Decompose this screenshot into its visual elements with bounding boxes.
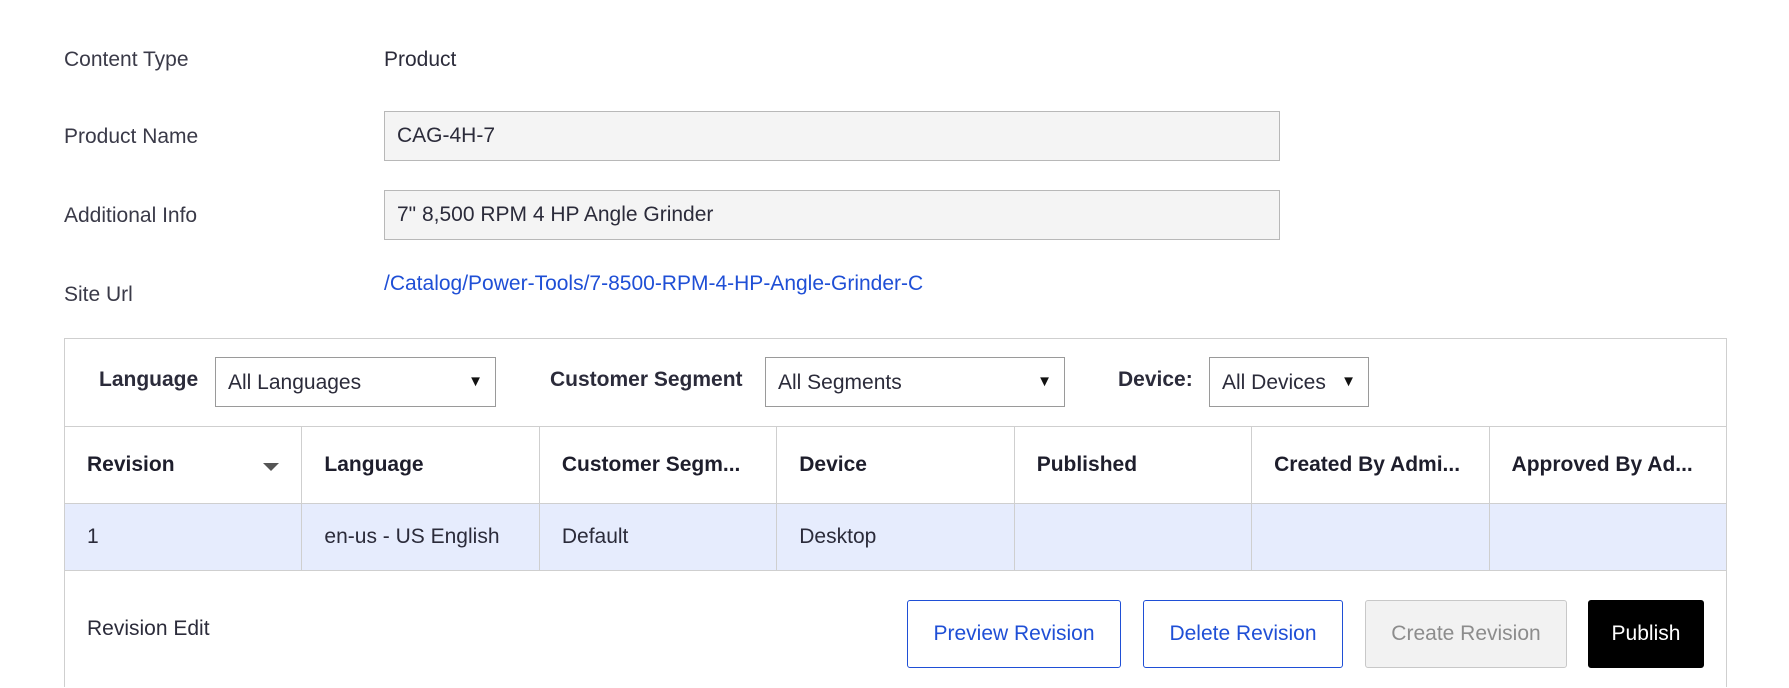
- column-header-published[interactable]: Published: [1013, 426, 1253, 504]
- column-header-revision[interactable]: Revision: [63, 426, 303, 504]
- column-header-label: Revision: [87, 453, 175, 476]
- revision-edit-title: Revision Edit: [87, 617, 210, 640]
- preview-revision-button[interactable]: Preview Revision: [907, 600, 1121, 668]
- column-header-language[interactable]: Language: [301, 426, 540, 504]
- table-header-row: Revision Language Customer Segm... Devic…: [63, 426, 1728, 504]
- language-select-value: All Languages: [228, 371, 362, 394]
- language-filter-label: Language: [99, 368, 199, 391]
- site-url-link[interactable]: /Catalog/Power-Tools/7-8500-RPM-4-HP-Ang…: [384, 272, 923, 295]
- site-url-label: Site Url: [64, 283, 133, 306]
- table-row[interactable]: 1 en-us - US English Default Desktop: [63, 503, 1728, 571]
- segment-select[interactable]: All Segments ▼: [765, 357, 1065, 407]
- cell-published: [1013, 503, 1253, 571]
- content-type-value: Product: [384, 48, 457, 71]
- language-select[interactable]: All Languages ▼: [215, 357, 496, 407]
- delete-revision-button[interactable]: Delete Revision: [1143, 600, 1343, 668]
- device-select-value: All Devices: [1222, 371, 1326, 394]
- additional-info-input[interactable]: [384, 190, 1280, 240]
- create-revision-button: Create Revision: [1365, 600, 1567, 668]
- product-name-label: Product Name: [64, 125, 199, 148]
- device-filter-label: Device:: [1118, 368, 1193, 391]
- sort-descending-icon[interactable]: [263, 463, 280, 471]
- revisions-table: Revision Language Customer Segm... Devic…: [63, 426, 1728, 571]
- caret-down-icon: ▼: [1341, 373, 1356, 390]
- cell-created-by: [1251, 503, 1490, 571]
- revisions-panel: Language All Languages ▼ Customer Segmen…: [63, 338, 1728, 688]
- column-header-created-by[interactable]: Created By Admi...: [1251, 426, 1490, 504]
- column-header-device[interactable]: Device: [776, 426, 1015, 504]
- column-header-approved-by[interactable]: Approved By Ad...: [1488, 426, 1728, 504]
- caret-down-icon: ▼: [1037, 373, 1052, 390]
- column-header-customer-segment[interactable]: Customer Segm...: [538, 426, 778, 504]
- revision-edit-footer: Revision Edit Preview Revision Delete Re…: [65, 569, 1726, 688]
- cell-approved-by: [1488, 503, 1728, 571]
- cell-language: en-us - US English: [301, 503, 540, 571]
- cell-device: Desktop: [776, 503, 1015, 571]
- cell-customer-segment: Default: [538, 503, 778, 571]
- additional-info-label: Additional Info: [64, 204, 198, 227]
- product-name-input[interactable]: [384, 111, 1280, 161]
- segment-select-value: All Segments: [778, 371, 902, 394]
- device-select[interactable]: All Devices ▼: [1209, 357, 1369, 407]
- caret-down-icon: ▼: [468, 373, 483, 390]
- filter-bar: Language All Languages ▼ Customer Segmen…: [65, 339, 1726, 426]
- segment-filter-label: Customer Segment: [550, 368, 743, 391]
- content-type-label: Content Type: [64, 48, 189, 71]
- cell-revision: 1: [63, 503, 303, 571]
- publish-button[interactable]: Publish: [1588, 600, 1704, 668]
